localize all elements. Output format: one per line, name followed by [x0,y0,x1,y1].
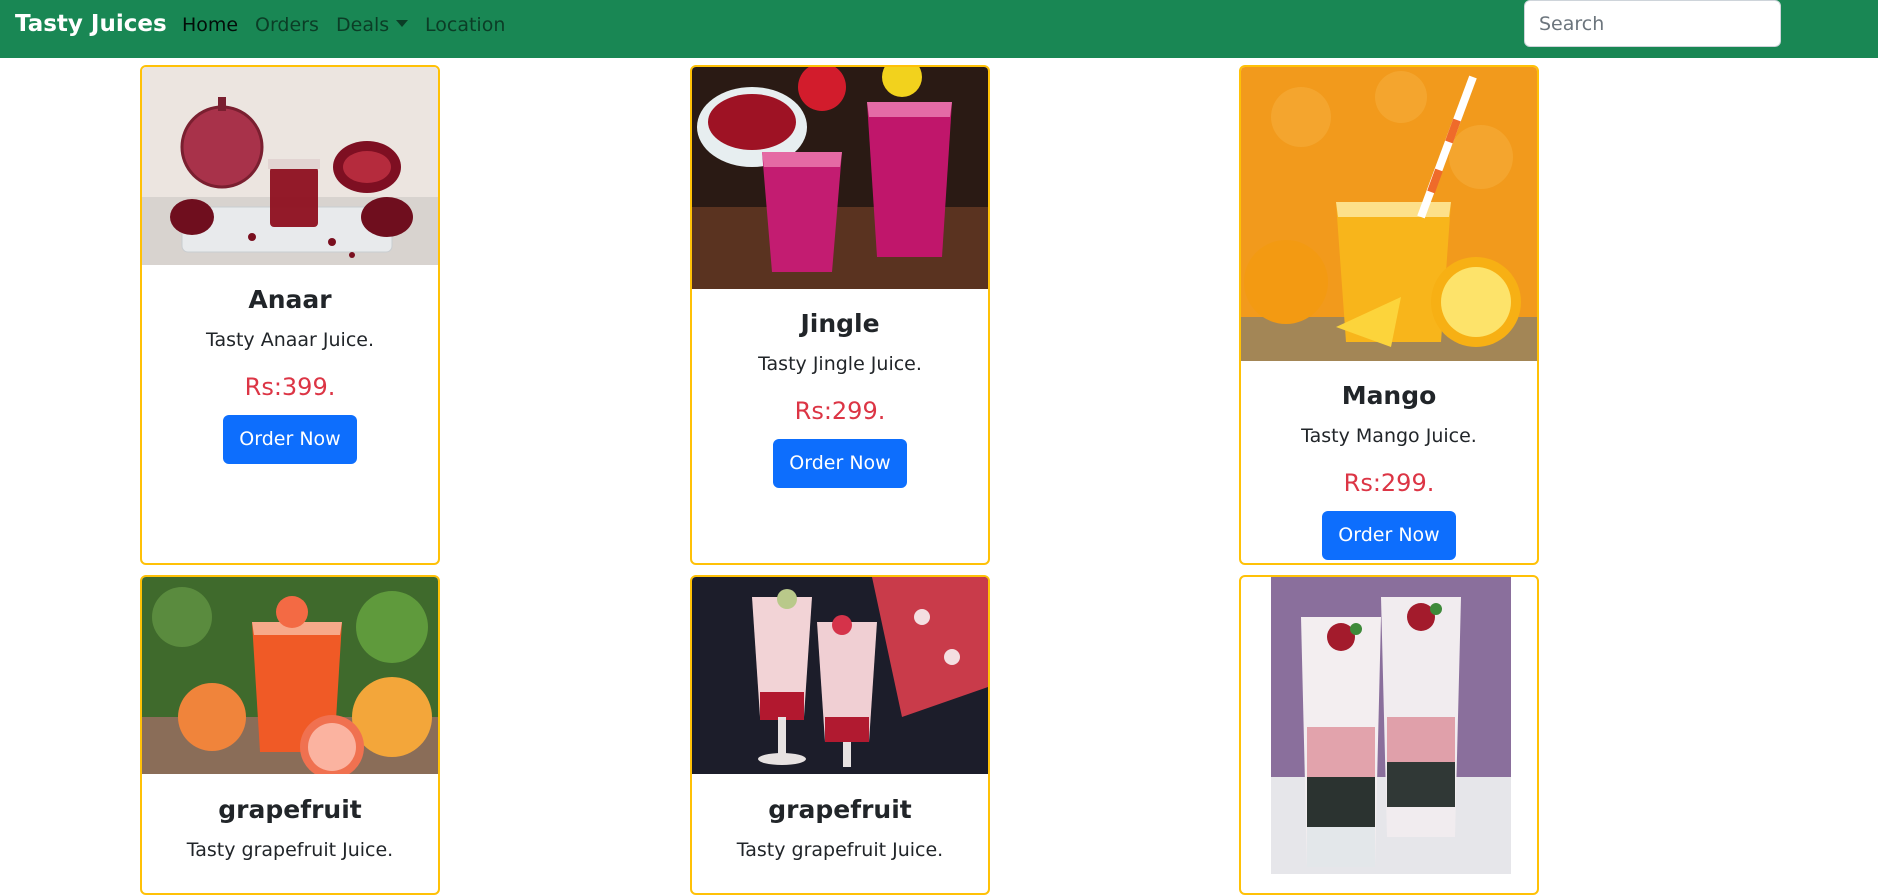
nav-orders[interactable]: Orders [255,12,319,38]
card-title: grapefruit [218,795,362,824]
card-title: grapefruit [768,795,912,824]
card-price: Rs:299. [1343,469,1435,497]
card-price: Rs:299. [794,397,886,425]
card-body: Anaar Tasty Anaar Juice. Rs:399. Order N… [142,283,438,464]
card-body: Mango Tasty Mango Juice. Rs:299. Order N… [1241,379,1537,560]
nav-deals[interactable]: Deals [336,12,409,38]
falooda-glasses-image [692,577,988,774]
nav-deals-label: Deals [336,14,390,36]
brand-logo[interactable]: Tasty Juices [15,8,167,40]
card-body: Jingle Tasty Jingle Juice. Rs:299. Order… [692,307,988,488]
card-text: Tasty Mango Juice. [1301,425,1477,447]
pink-smoothie-image [692,67,988,289]
card-title: Mango [1341,381,1437,410]
card-text: Tasty grapefruit Juice. [736,839,944,861]
nav-home[interactable]: Home [182,12,238,38]
order-now-button[interactable]: Order Now [1322,511,1456,560]
card-title: Jingle [800,309,880,338]
falooda-layered-glasses-image [1271,577,1511,874]
navbar: Tasty Juices Home Orders Deals Location [0,0,1878,58]
pomegranate-juice-image [142,67,438,265]
order-now-button[interactable]: Order Now [223,415,357,464]
chevron-down-icon [396,20,409,27]
nav-location[interactable]: Location [425,12,505,38]
card-text: Tasty Anaar Juice. [205,329,374,351]
orange-juice-image [1241,67,1537,361]
product-card-anaar: Anaar Tasty Anaar Juice. Rs:399. Order N… [140,65,440,565]
card-text: Tasty grapefruit Juice. [186,839,394,861]
card-price: Rs:399. [244,373,336,401]
product-card-jingle: Jingle Tasty Jingle Juice. Rs:299. Order… [690,65,990,565]
grapefruit-juice-image [142,577,438,774]
order-now-button[interactable]: Order Now [773,439,907,488]
card-title: Anaar [248,285,332,314]
product-card-falooda [1239,575,1539,895]
product-card-mango: Mango Tasty Mango Juice. Rs:299. Order N… [1239,65,1539,565]
product-card-grapefruit: grapefruit Tasty grapefruit Juice. [140,575,440,895]
product-card-grapefruit-2: grapefruit Tasty grapefruit Juice. [690,575,990,895]
search-input[interactable] [1524,0,1781,47]
card-body: grapefruit Tasty grapefruit Juice. [142,793,438,863]
card-text: Tasty Jingle Juice. [758,353,922,375]
card-body: grapefruit Tasty grapefruit Juice. [692,793,988,863]
